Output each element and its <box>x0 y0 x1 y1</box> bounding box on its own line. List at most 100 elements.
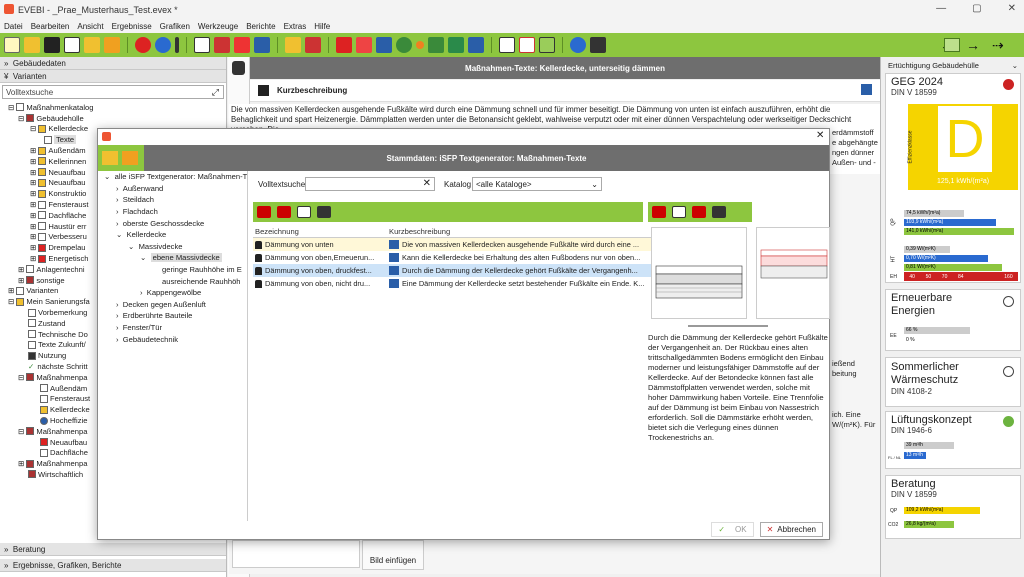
dialog-tree-item[interactable]: geringe Rauhhöhe im E <box>102 264 247 276</box>
sommer-card[interactable]: Sommerlicher Wärmeschutz DIN 4108-2 <box>885 357 1021 407</box>
image-doc-icon[interactable] <box>672 206 686 218</box>
house-outline-icon[interactable] <box>539 37 555 53</box>
edit-icon[interactable] <box>389 240 399 249</box>
dialog-tree-item[interactable]: ausreichende Rauhhöh <box>102 275 247 287</box>
export-folder-icon[interactable] <box>102 151 118 165</box>
gebaeudedaten-header[interactable]: » Gebäudedaten <box>0 57 226 70</box>
sun-icon[interactable] <box>416 41 424 49</box>
tree-item[interactable]: ⊟ Gebäudehülle <box>0 113 226 124</box>
sum-red-icon[interactable] <box>234 37 250 53</box>
beratung-card[interactable]: Beratung DIN V 18599 QP 109,2 kWh/(m²a) … <box>885 475 1021 539</box>
undo-icon[interactable] <box>135 37 151 53</box>
dialog-tree-item[interactable]: ⌄ Kellerdecke <box>102 229 247 241</box>
structure-icon[interactable] <box>285 37 301 53</box>
ee-card[interactable]: Erneuerbare Energien EE 66 % 0 % <box>885 289 1021 351</box>
new-file-icon[interactable] <box>4 37 20 53</box>
catalog-select[interactable]: <alle Kataloge> ⌄ <box>472 177 602 191</box>
close-button[interactable]: ✕ <box>1008 3 1016 14</box>
menu-datei[interactable]: Datei <box>4 22 23 31</box>
menu-grafiken[interactable]: Grafiken <box>160 22 190 31</box>
dialog-tree-item[interactable]: › Flachdach <box>102 206 247 218</box>
import-folder-icon[interactable] <box>104 37 120 53</box>
menu-ansicht[interactable]: Ansicht <box>77 22 103 31</box>
maximize-button[interactable]: ▢ <box>972 3 981 14</box>
open-folder-icon[interactable] <box>24 37 40 53</box>
lueftung-card[interactable]: Lüftungskonzept DIN 1946-6 FL / NL 39 m³… <box>885 411 1021 469</box>
dialog-tree-item[interactable]: › Kappengewölbe <box>102 287 247 299</box>
save-icon[interactable] <box>44 37 60 53</box>
variant-dropdown[interactable]: Ertüchtigung Gebäudehülle ⌄ <box>885 59 1021 71</box>
dialog-tree-item[interactable]: › Steildach <box>102 194 247 206</box>
beratung-header[interactable]: » Beratung <box>0 543 226 556</box>
dialog-tree-item[interactable]: › Gebäudetechnik <box>102 333 247 345</box>
save-icon[interactable] <box>258 85 269 96</box>
dialog-tree-item[interactable]: ⌄ Massivdecke <box>102 241 247 253</box>
construction-image-1[interactable] <box>651 227 747 319</box>
menu-werkzeuge[interactable]: Werkzeuge <box>198 22 238 31</box>
import-folder-icon[interactable] <box>122 151 138 165</box>
menu-hilfe[interactable]: Hilfe <box>314 22 330 31</box>
menu-bearbeiten[interactable]: Bearbeiten <box>31 22 70 31</box>
pdf-icon[interactable] <box>519 37 535 53</box>
menu-ergebnisse[interactable]: Ergebnisse <box>112 22 152 31</box>
grid-edit-icon[interactable] <box>317 206 331 218</box>
edit-icon[interactable] <box>389 266 399 275</box>
image-grid-icon[interactable] <box>712 206 726 218</box>
add-image-icon[interactable] <box>652 206 666 218</box>
network-icon[interactable] <box>428 37 444 53</box>
dialog-tree-item-selected[interactable]: ⌄ ebene Massivdecke <box>102 252 247 264</box>
window-icon[interactable] <box>356 37 372 53</box>
minimize-button[interactable]: — <box>936 3 946 14</box>
roof-icon[interactable] <box>336 37 352 53</box>
dialog-tree-item[interactable]: › Erdberührte Bauteile <box>102 310 247 322</box>
document-icon[interactable] <box>194 37 210 53</box>
dialog-close-button[interactable]: ✕ <box>816 130 824 141</box>
left-search-input[interactable]: Volltextsuche ⤢ <box>2 85 224 99</box>
copy-icon[interactable] <box>64 37 80 53</box>
help-icon[interactable] <box>570 37 586 53</box>
insert-image-button[interactable]: Bild einfügen <box>362 540 424 570</box>
image-thumb[interactable] <box>232 540 360 568</box>
remove-entry-icon[interactable] <box>277 206 291 218</box>
construction-image-2[interactable] <box>756 227 830 319</box>
dialog-tree-item[interactable]: › Außenwand <box>102 183 247 195</box>
copy-entry-icon[interactable] <box>297 206 311 218</box>
edit-icon[interactable] <box>861 84 872 95</box>
dialog-tree-root[interactable]: ⌄ alle iSFP Textgenerator: Maßnahmen-T <box>102 171 247 183</box>
expand-icon[interactable]: ⤢ <box>212 87 219 98</box>
tree-item[interactable]: ⊟ Maßnahmenkatalog <box>0 102 226 113</box>
edit-icon[interactable] <box>389 279 399 288</box>
forward-arrow-icon[interactable]: → <box>966 37 980 53</box>
report-icon[interactable] <box>499 37 515 53</box>
wand-icon[interactable] <box>175 37 179 53</box>
varianten-header[interactable]: ¥ Varianten <box>0 70 226 83</box>
cancel-button[interactable]: ✕ Abbrechen <box>759 521 823 537</box>
database-icon[interactable] <box>232 61 245 75</box>
dialog-tree-item[interactable]: › Decken gegen Außenluft <box>102 299 247 311</box>
dialog-tree-item[interactable]: › oberste Geschossdecke <box>102 217 247 229</box>
image-scrollbar[interactable] <box>688 325 768 327</box>
globe-icon[interactable] <box>396 37 412 53</box>
ok-button[interactable]: ✓ OK <box>711 521 754 537</box>
calculator-icon[interactable] <box>590 37 606 53</box>
ruler-icon[interactable] <box>305 37 321 53</box>
ergebnisse-header[interactable]: » Ergebnisse, Grafiken, Berichte <box>0 559 226 572</box>
menu-extras[interactable]: Extras <box>284 22 307 31</box>
sum-blue-icon[interactable] <box>254 37 270 53</box>
add-entry-icon[interactable] <box>257 206 271 218</box>
redo-icon[interactable] <box>155 37 171 53</box>
edit-icon[interactable] <box>389 253 399 262</box>
more-icon[interactable]: ⇢ <box>992 37 1004 54</box>
house-icon[interactable] <box>448 37 464 53</box>
chart-icon[interactable] <box>468 37 484 53</box>
dialog-search-input[interactable]: ✕ <box>305 177 435 191</box>
clear-search-icon[interactable]: ✕ <box>423 178 431 189</box>
menu-berichte[interactable]: Berichte <box>246 22 275 31</box>
col-bezeichnung[interactable]: Bezeichnung <box>253 226 389 237</box>
house-nav-icon[interactable] <box>944 38 960 52</box>
door-icon[interactable] <box>376 37 392 53</box>
tree-icon[interactable] <box>214 37 230 53</box>
dialog-tree-item[interactable]: › Fenster/Tür <box>102 322 247 334</box>
export-folder-icon[interactable] <box>84 37 100 53</box>
image-remove-icon[interactable] <box>692 206 706 218</box>
